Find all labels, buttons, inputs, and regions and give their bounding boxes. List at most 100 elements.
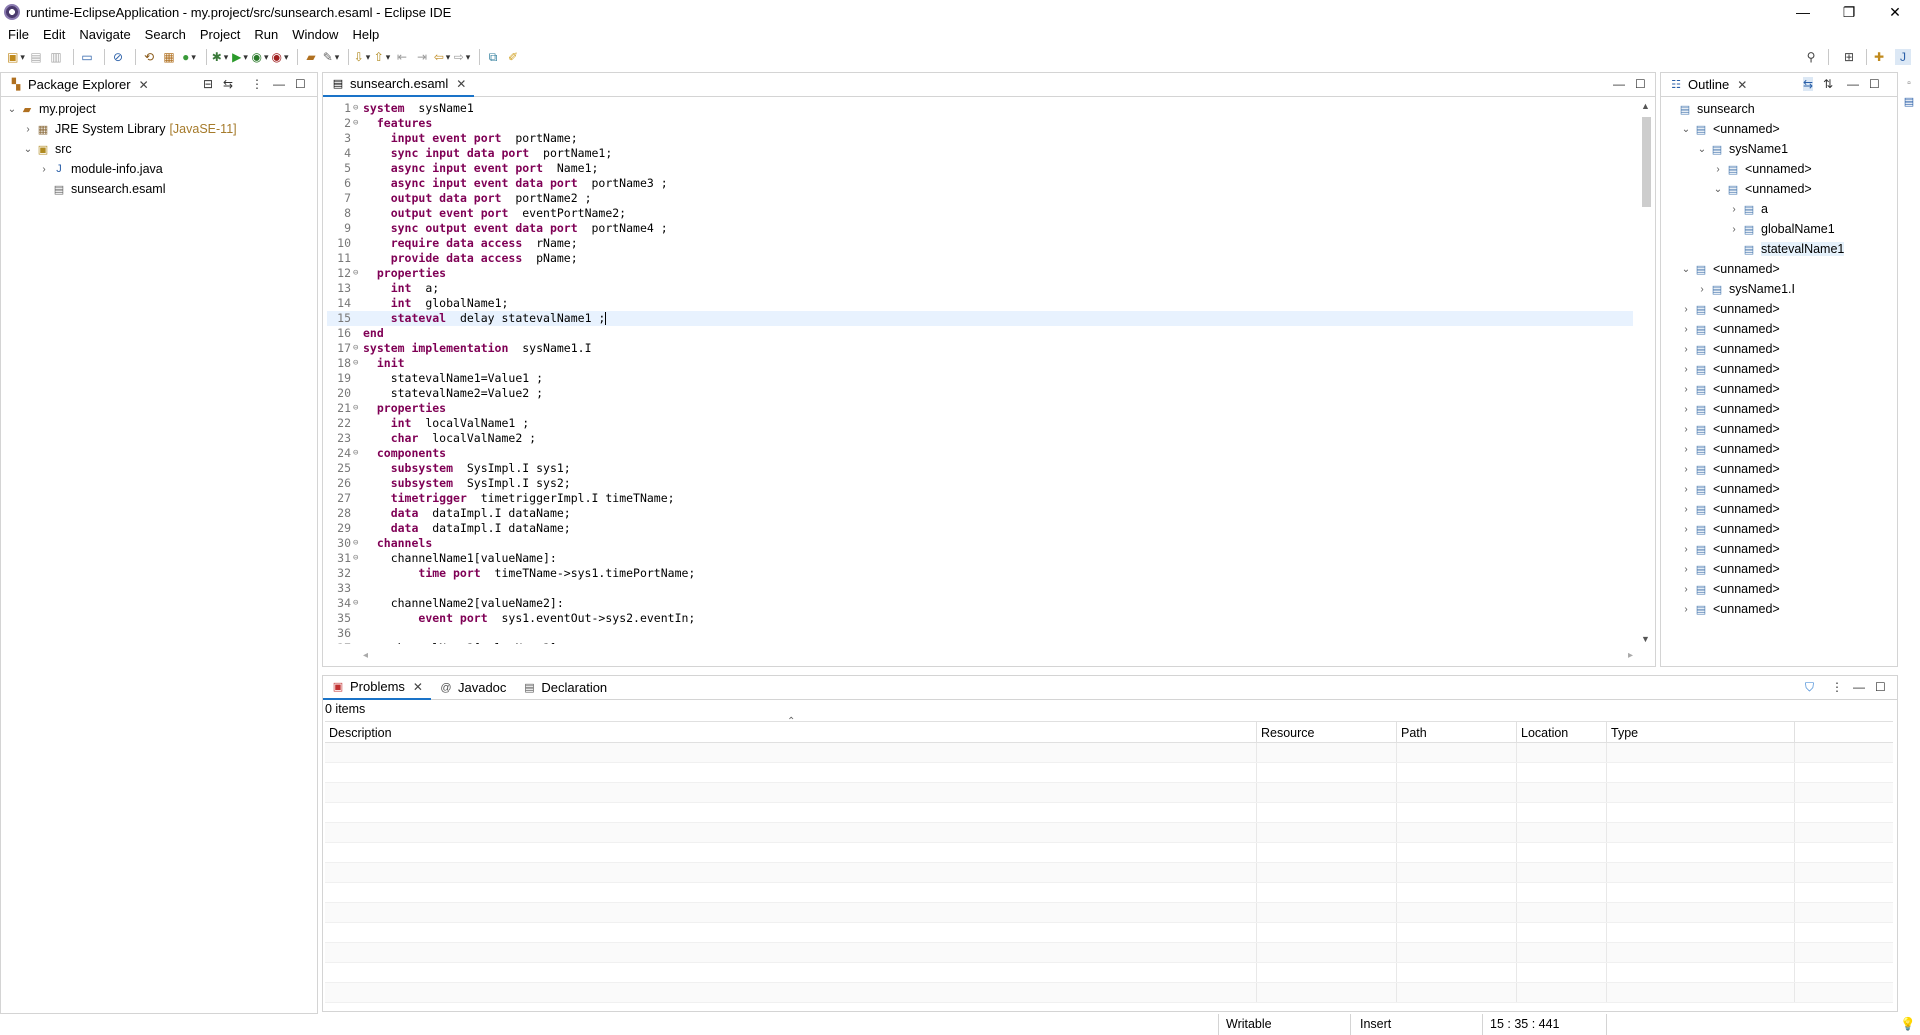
fold-toggle-icon[interactable]: ⊖ <box>353 446 363 461</box>
collapsed-twisty-icon[interactable]: › <box>1727 204 1741 215</box>
minimize-view-icon[interactable]: — <box>1853 680 1865 694</box>
collapsed-twisty-icon[interactable]: › <box>37 164 51 175</box>
outline-item[interactable]: › ▤ <unnamed> <box>1661 319 1897 339</box>
collapsed-twisty-icon[interactable]: › <box>1679 484 1693 495</box>
menu-run[interactable]: Run <box>254 27 278 42</box>
collapsed-twisty-icon[interactable]: › <box>1679 364 1693 375</box>
outline-item[interactable]: › ▤ <unnamed> <box>1661 299 1897 319</box>
view-menu-icon[interactable]: ⋮ <box>1831 680 1843 694</box>
collapsed-twisty-icon[interactable]: › <box>1679 604 1693 615</box>
collapsed-twisty-icon[interactable]: › <box>1679 424 1693 435</box>
new-class-icon[interactable]: ● <box>181 49 197 65</box>
maximize-view-icon[interactable]: ☐ <box>1635 77 1646 91</box>
collapsed-twisty-icon[interactable]: › <box>1679 404 1693 415</box>
terminal-icon[interactable]: ▭ <box>79 49 95 65</box>
code-line[interactable]: 19 statevalName1=Value1 ; <box>327 371 1633 386</box>
code-line[interactable]: 20 statevalName2=Value2 ; <box>327 386 1633 401</box>
minimize-button[interactable]: — <box>1780 0 1826 24</box>
save-icon[interactable]: ▤ <box>28 49 44 65</box>
tree-item[interactable]: › Jmodule-info.java <box>1 159 317 179</box>
open-type-icon[interactable]: ▰ <box>303 49 319 65</box>
close-icon[interactable]: ✕ <box>413 680 423 694</box>
code-line[interactable]: 8 output event port eventPortName2; <box>327 206 1633 221</box>
code-editor[interactable]: 1 ⊖ system sysName1 2 ⊖ features 3 input even… <box>327 101 1633 644</box>
code-line[interactable]: 36 <box>327 626 1633 641</box>
fold-toggle-icon[interactable]: ⊖ <box>353 116 363 131</box>
menu-help[interactable]: Help <box>352 27 379 42</box>
code-line[interactable]: 17 ⊖ system implementation sysName1.I <box>327 341 1633 356</box>
external-tools-icon[interactable]: ⟲ <box>141 49 157 65</box>
status-insert-mode[interactable]: Insert <box>1360 1017 1391 1031</box>
outline-item[interactable]: › ▤ <unnamed> <box>1661 399 1897 419</box>
close-icon[interactable]: ✕ <box>456 77 466 91</box>
code-line[interactable]: 11 provide data access pName; <box>327 251 1633 266</box>
outline-item[interactable]: › ▤ globalName1 <box>1661 219 1897 239</box>
outline-item[interactable]: › ▤ <unnamed> <box>1661 499 1897 519</box>
fold-toggle-icon[interactable]: ⊖ <box>353 641 363 644</box>
maximize-view-icon[interactable]: ☐ <box>1875 680 1886 694</box>
minimize-view-icon[interactable]: — <box>273 77 285 91</box>
code-line[interactable]: 23 char localValName2 ; <box>327 431 1633 446</box>
column-location[interactable]: Location <box>1517 722 1607 742</box>
outline-item[interactable]: › ▤ a <box>1661 199 1897 219</box>
code-line[interactable]: 25 subsystem SysImpl.I sys1; <box>327 461 1633 476</box>
collapsed-twisty-icon[interactable]: › <box>1711 164 1725 175</box>
restore-trim-icon[interactable]: ▫ <box>1900 78 1918 89</box>
code-line[interactable]: 22 int localValName1 ; <box>327 416 1633 431</box>
collapsed-twisty-icon[interactable]: › <box>1679 344 1693 355</box>
new-icon[interactable]: ▣ <box>7 49 24 65</box>
expanded-twisty-icon[interactable]: ⌄ <box>1679 264 1693 275</box>
menu-project[interactable]: Project <box>200 27 240 42</box>
menu-file[interactable]: File <box>8 27 29 42</box>
column-type[interactable]: Type <box>1607 722 1795 742</box>
tip-lightbulb-icon[interactable]: 💡 <box>1900 1017 1916 1032</box>
link-with-editor-icon[interactable]: ⇆ <box>1803 77 1814 91</box>
collapsed-twisty-icon[interactable]: › <box>1679 444 1693 455</box>
expanded-twisty-icon[interactable]: ⌄ <box>1679 124 1693 135</box>
forward-icon[interactable]: ⇨ <box>454 49 470 65</box>
collapsed-twisty-icon[interactable]: › <box>1679 504 1693 515</box>
collapsed-twisty-icon[interactable]: › <box>1679 544 1693 555</box>
skip-breakpoints-icon[interactable]: ⊘ <box>110 49 126 65</box>
scroll-up-icon[interactable]: ▲ <box>1641 101 1650 111</box>
code-line[interactable]: 18 ⊖ init <box>327 356 1633 371</box>
collapsed-twisty-icon[interactable]: › <box>1679 524 1693 535</box>
outline-item[interactable]: › ▤ <unnamed> <box>1661 559 1897 579</box>
coverage-icon[interactable]: ◉ <box>252 49 268 65</box>
resource-perspective-icon[interactable]: ✚ <box>1871 49 1887 65</box>
code-line[interactable]: 9 sync output event data port portName4 … <box>327 221 1633 236</box>
external-run-icon[interactable]: ◉ <box>272 49 288 65</box>
menu-navigate[interactable]: Navigate <box>79 27 130 42</box>
code-line[interactable]: 30 ⊖ channels <box>327 536 1633 551</box>
search-tool-icon[interactable]: ✎ <box>323 49 339 65</box>
outline-item[interactable]: ⌄ ▤ sysName1 <box>1661 139 1897 159</box>
outline-item[interactable]: ⌄ ▤ <unnamed> <box>1661 179 1897 199</box>
close-button[interactable]: ✕ <box>1872 0 1918 24</box>
outline-item[interactable]: ⌄ ▤ <unnamed> <box>1661 119 1897 139</box>
search-icon[interactable]: ⚲ <box>1803 49 1819 65</box>
code-line[interactable]: 12 ⊖ properties <box>327 266 1633 281</box>
previous-annotation-icon[interactable]: ⇧ <box>374 49 390 65</box>
pin-editor-icon[interactable]: ⧉ <box>485 49 501 65</box>
fold-toggle-icon[interactable]: ⊖ <box>353 356 363 371</box>
collapse-all-icon[interactable]: ⊟ <box>203 77 213 91</box>
outline-item[interactable]: › ▤ <unnamed> <box>1661 439 1897 459</box>
outline-item[interactable]: › ▤ <unnamed> <box>1661 539 1897 559</box>
fold-toggle-icon[interactable]: ⊖ <box>353 551 363 566</box>
outline-item[interactable]: › ▤ <unnamed> <box>1661 159 1897 179</box>
code-line[interactable]: 26 subsystem SysImpl.I sys2; <box>327 476 1633 491</box>
tree-item[interactable]: › ▦ JRE System Library [JavaSE-11] <box>1 119 317 139</box>
view-menu-icon[interactable]: ⋮ <box>251 77 263 91</box>
restore-button[interactable]: ❐ <box>1826 0 1872 24</box>
scroll-down-icon[interactable]: ▼ <box>1641 634 1650 644</box>
column-resource[interactable]: Resource <box>1257 722 1397 742</box>
column-description[interactable]: Description ⌃ <box>325 716 1257 742</box>
tab-javadoc[interactable]: @ Javadoc <box>431 676 514 700</box>
code-line[interactable]: 29 data dataImpl.I dataName; <box>327 521 1633 536</box>
code-line[interactable]: 4 sync input data port portName1; <box>327 146 1633 161</box>
code-line[interactable]: 28 data dataImpl.I dataName; <box>327 506 1633 521</box>
code-line[interactable]: 15 stateval delay statevalName1 ; <box>327 311 1633 326</box>
code-line[interactable]: 21 ⊖ properties <box>327 401 1633 416</box>
scroll-right-icon[interactable]: ▸ <box>1628 650 1633 661</box>
fold-toggle-icon[interactable]: ⊖ <box>353 266 363 281</box>
